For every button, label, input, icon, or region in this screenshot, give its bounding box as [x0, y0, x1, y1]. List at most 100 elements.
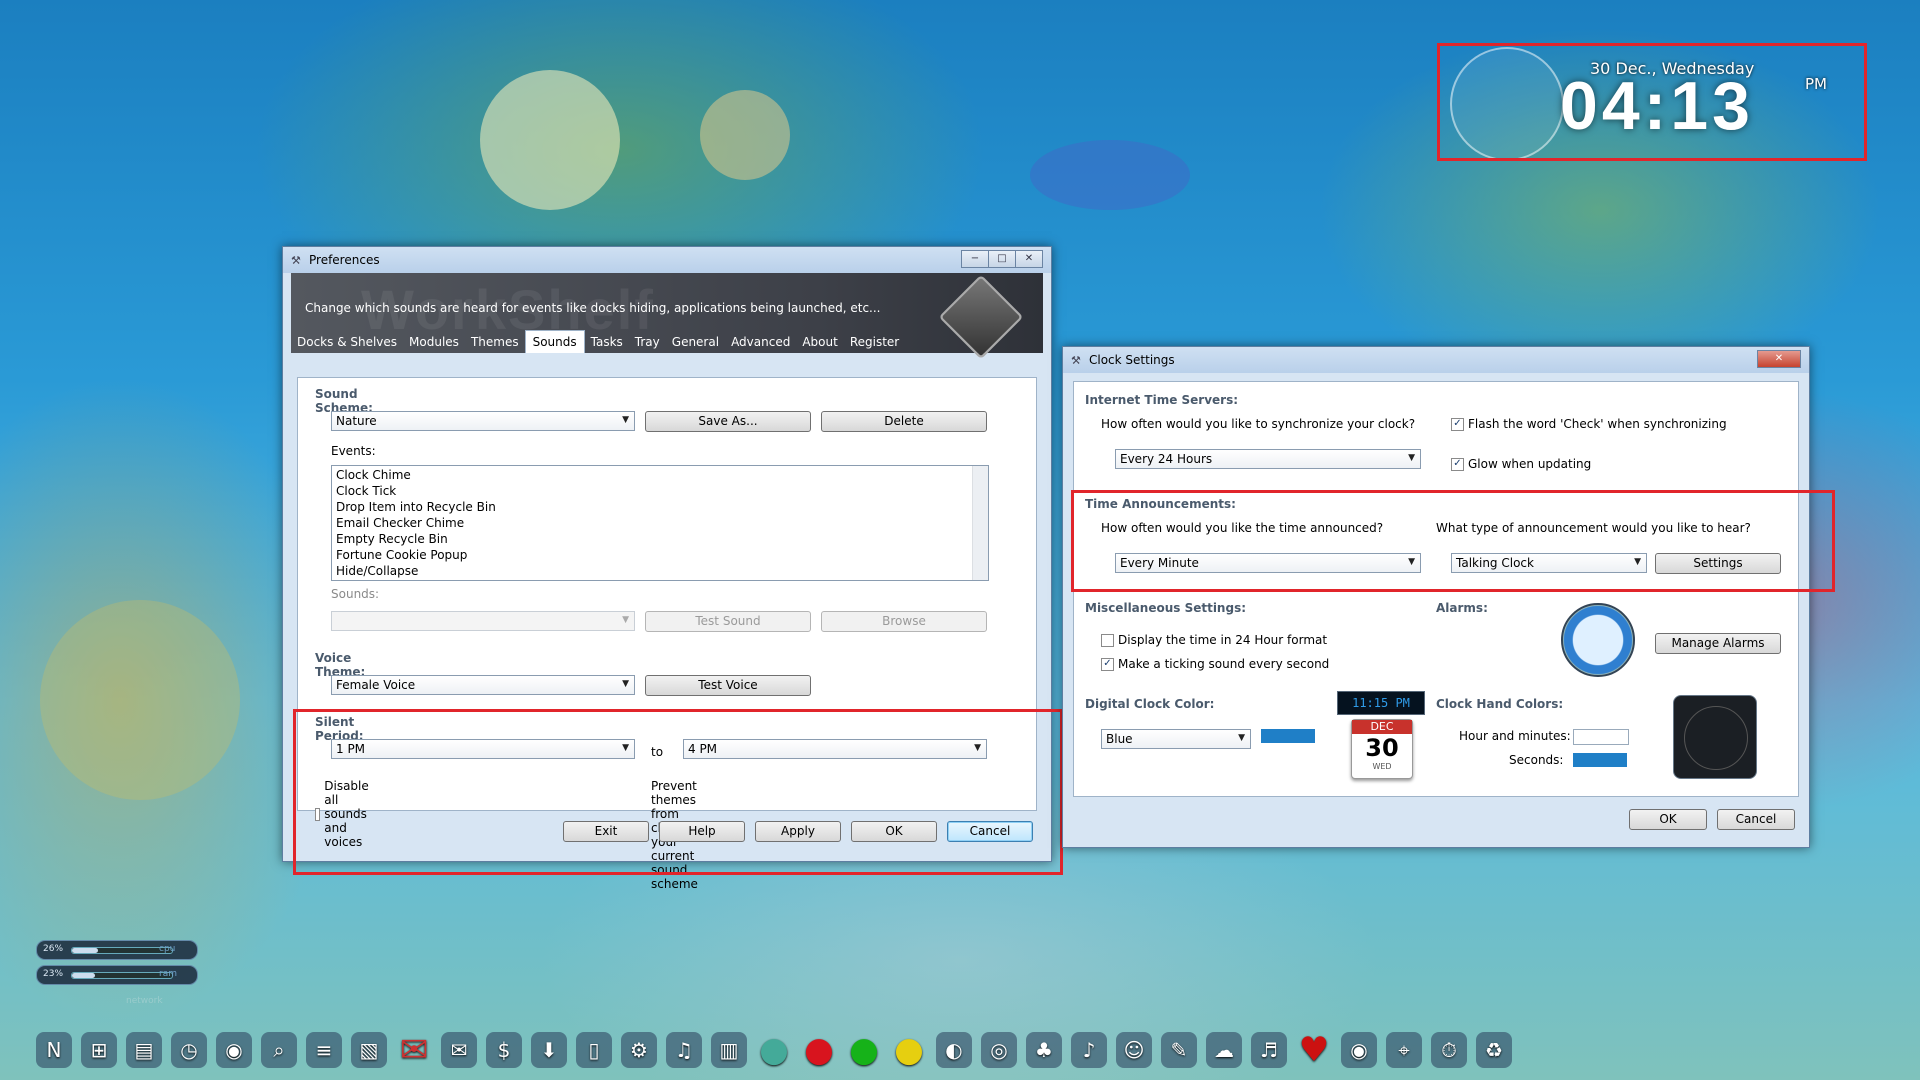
tab-tasks[interactable]: Tasks [585, 332, 629, 353]
list-item[interactable]: Clock Chime [332, 467, 988, 483]
voice-theme-select[interactable]: Female Voice ▼ [331, 675, 635, 695]
events-list[interactable]: Clock Chime Clock Tick Drop Item into Recy… [331, 465, 989, 581]
sound-scheme-select[interactable]: Nature ▼ [331, 411, 635, 431]
close-button[interactable]: ✕ [1757, 350, 1801, 368]
safari-icon[interactable]: ⌖ [1386, 1032, 1422, 1068]
sync-question: How often would you like to synchronize … [1101, 417, 1416, 431]
tab-tray[interactable]: Tray [629, 332, 666, 353]
chrome-icon[interactable]: ◎ [981, 1032, 1017, 1068]
tab-docks-shelves[interactable]: Docks & Shelves [291, 332, 403, 353]
document-icon[interactable]: ▯ [576, 1032, 612, 1068]
delete-button[interactable]: Delete [821, 411, 987, 432]
flash-check-checkbox[interactable]: ✓ Flash the word 'Check' when synchronizi… [1451, 417, 1727, 431]
download-icon[interactable]: ⬇ [531, 1032, 567, 1068]
calendar-weekday: WED [1372, 762, 1392, 771]
yellow-ball-icon[interactable]: ● [891, 1030, 927, 1070]
coral-decoration [700, 90, 790, 180]
firefox-icon[interactable]: ◐ [936, 1032, 972, 1068]
events-scrollbar[interactable] [972, 466, 988, 580]
chevron-down-icon: ▼ [1238, 733, 1245, 743]
checkbox-box: ✓ [1451, 457, 1464, 471]
cancel-button[interactable]: Cancel [1717, 809, 1795, 830]
list-item[interactable]: Fortune Cookie Popup [332, 547, 988, 563]
seconds-color-swatch[interactable] [1573, 753, 1627, 767]
tuner-icon[interactable]: ▥ [711, 1032, 747, 1068]
nexus-icon[interactable]: N [36, 1032, 72, 1068]
camera-icon[interactable]: ◉ [1341, 1032, 1377, 1068]
tab-general[interactable]: General [666, 332, 725, 353]
sticky-notes-icon[interactable]: ▧ [351, 1032, 387, 1068]
gear-icon[interactable]: ⚙ [621, 1032, 657, 1068]
checkbox-label: Glow when updating [1468, 457, 1592, 471]
stopwatch-icon[interactable]: ⏱ [1431, 1032, 1467, 1068]
yahoo-mail-icon[interactable]: ✉ [441, 1032, 477, 1068]
tools-logo-icon [938, 274, 1024, 360]
notepad-icon[interactable]: ≡ [306, 1032, 342, 1068]
banner-text: Change which sounds are heard for events… [305, 301, 881, 315]
paint-icon[interactable]: ✎ [1161, 1032, 1197, 1068]
search-icon[interactable]: ⌕ [261, 1032, 297, 1068]
save-as-button[interactable]: Save As... [645, 411, 811, 432]
folder-icon[interactable]: ▤ [126, 1032, 162, 1068]
speaker-icon[interactable]: ◉ [216, 1032, 252, 1068]
weather-icon[interactable]: ☁ [1206, 1032, 1242, 1068]
minimize-button[interactable]: − [961, 250, 989, 268]
green-ball-icon[interactable]: ● [846, 1030, 882, 1070]
clock-icon[interactable]: ◷ [171, 1032, 207, 1068]
alarm-clock-icon [1561, 603, 1635, 677]
hour-minutes-label: Hour and minutes: [1459, 729, 1571, 743]
tab-advanced[interactable]: Advanced [725, 332, 796, 353]
sync-frequency-value: Every 24 Hours [1120, 452, 1213, 466]
calendar-month: DEC [1352, 720, 1412, 734]
tab-about[interactable]: About [796, 332, 843, 353]
list-item[interactable]: Hide/Collapse [332, 563, 988, 579]
highlight-box-time-announcements [1071, 490, 1835, 592]
digital-color-select[interactable]: Blue ▼ [1101, 729, 1251, 749]
games-icon[interactable]: ♣ [1026, 1032, 1062, 1068]
meter-percent: 26% [43, 944, 64, 954]
tab-themes[interactable]: Themes [465, 332, 525, 353]
titlebar[interactable]: ⚒ Clock Settings ✕ [1063, 347, 1809, 373]
glow-updating-checkbox[interactable]: ✓ Glow when updating [1451, 457, 1591, 471]
display-24h-checkbox[interactable]: Display the time in 24 Hour format [1101, 633, 1327, 647]
red-ball-icon[interactable]: ● [801, 1030, 837, 1070]
browse-button[interactable]: Browse [821, 611, 987, 632]
recycle-bin-icon[interactable]: ♻ [1476, 1032, 1512, 1068]
sync-frequency-select[interactable]: Every 24 Hours ▼ [1115, 449, 1421, 469]
digital-color-swatch[interactable] [1261, 729, 1315, 743]
chevron-down-icon: ▼ [622, 615, 629, 625]
highlight-box-silent-period [293, 709, 1063, 875]
tab-modules[interactable]: Modules [403, 332, 465, 353]
internet-time-label: Internet Time Servers: [1085, 393, 1239, 407]
tab-sounds[interactable]: Sounds [524, 330, 585, 353]
test-sound-button[interactable]: Test Sound [645, 611, 811, 632]
gmail-icon[interactable]: ✉ [396, 1030, 432, 1070]
titlebar[interactable]: ⚒ Preferences − □ ✕ [283, 247, 1051, 273]
music-icon[interactable]: ♫ [666, 1032, 702, 1068]
bills-icon[interactable]: $ [486, 1032, 522, 1068]
maximize-button[interactable]: □ [988, 250, 1016, 268]
panda-icon[interactable]: ☺ [1116, 1032, 1152, 1068]
ticking-sound-checkbox[interactable]: ✓ Make a ticking sound every second [1101, 657, 1329, 671]
manage-alarms-button[interactable]: Manage Alarms [1655, 633, 1781, 654]
calendar-icon: DEC 30 WED [1351, 719, 1413, 779]
chevron-down-icon: ▼ [622, 679, 629, 689]
windows-orb-icon[interactable]: ● [756, 1030, 792, 1070]
microphone-icon[interactable]: ♪ [1071, 1032, 1107, 1068]
misc-settings-label: Miscellaneous Settings: [1085, 601, 1247, 615]
list-item[interactable]: Empty Recycle Bin [332, 531, 988, 547]
close-button[interactable]: ✕ [1015, 250, 1043, 268]
itunes-icon[interactable]: ♬ [1251, 1032, 1287, 1068]
windows-icon[interactable]: ⊞ [81, 1032, 117, 1068]
list-item[interactable]: Drop Item into Recycle Bin [332, 499, 988, 515]
sounds-select[interactable]: ▼ [331, 611, 635, 631]
list-item[interactable]: Email Checker Chime [332, 515, 988, 531]
list-item[interactable]: Clock Tick [332, 483, 988, 499]
heart-icon[interactable]: ♥ [1296, 1030, 1332, 1070]
tab-register[interactable]: Register [844, 332, 905, 353]
meter-fill [72, 973, 95, 978]
test-voice-button[interactable]: Test Voice [645, 675, 811, 696]
ok-button[interactable]: OK [1629, 809, 1707, 830]
hour-minutes-color-swatch[interactable] [1573, 729, 1629, 745]
coral-decoration [40, 600, 240, 800]
